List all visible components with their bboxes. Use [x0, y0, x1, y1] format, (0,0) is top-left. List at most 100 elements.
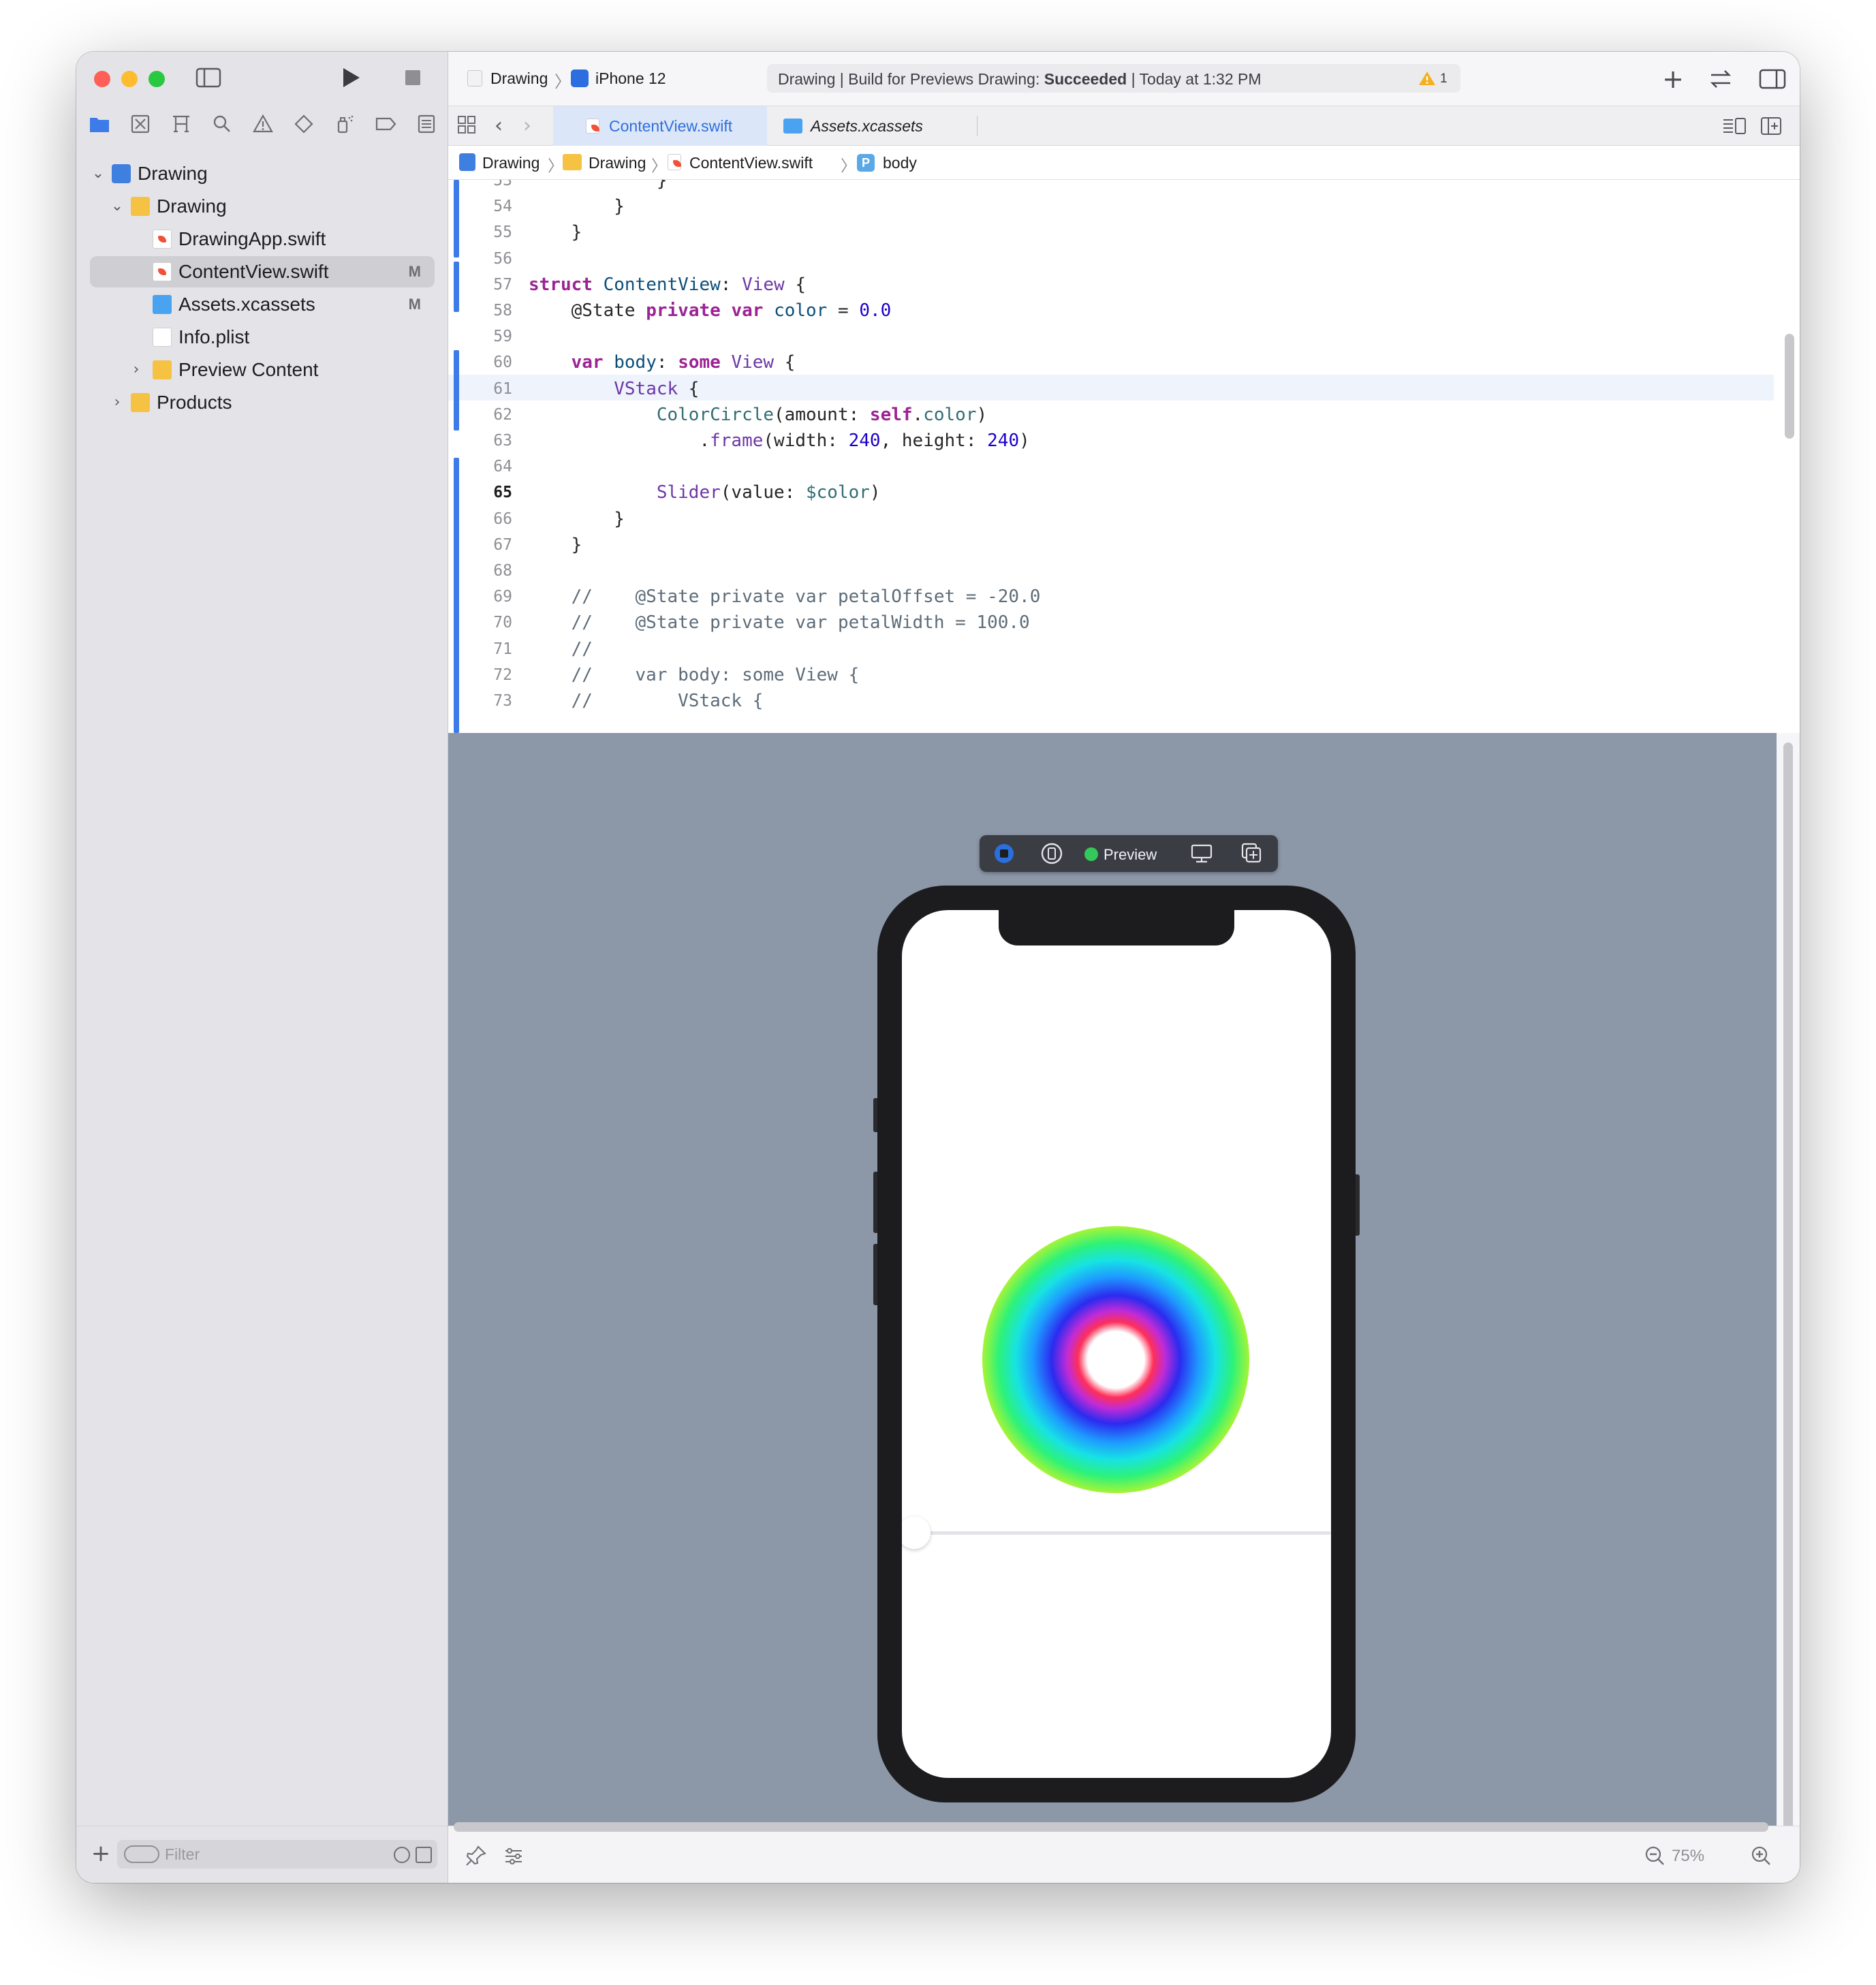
code-line[interactable]: 59 [448, 324, 1800, 349]
project-navigator-tab[interactable] [86, 110, 113, 138]
tree-item-info-plist[interactable]: Info.plist [90, 322, 435, 353]
slider-track[interactable] [914, 1531, 1331, 1535]
line-number[interactable]: 73 [462, 688, 512, 714]
chevron-down-icon[interactable]: ⌄ [109, 191, 125, 222]
code-line[interactable]: 64 [448, 454, 1800, 480]
code-text[interactable]: Slider(value: $color) [529, 480, 881, 505]
code-line[interactable]: 67 } [448, 532, 1800, 558]
tab-assets-xcassets[interactable]: Assets.xcassets [767, 106, 978, 146]
related-items-button[interactable] [454, 113, 480, 139]
line-number[interactable]: 56 [462, 246, 512, 272]
code-text[interactable]: struct ContentView: View { [529, 272, 806, 298]
add-editor-button[interactable] [1757, 114, 1785, 138]
stop-button[interactable] [398, 64, 428, 94]
code-text[interactable]: @State private var color = 0.0 [529, 298, 892, 324]
line-number[interactable]: 63 [462, 428, 512, 454]
code-line[interactable]: 63 .frame(width: 240, height: 240) [448, 428, 1800, 454]
code-text[interactable]: } [529, 506, 625, 532]
issue-navigator-tab[interactable] [249, 110, 277, 138]
add-library-button[interactable]: + [1659, 65, 1687, 93]
line-number[interactable]: 68 [462, 558, 512, 584]
line-number[interactable]: 71 [462, 636, 512, 662]
jumpbar-group[interactable]: Drawing [589, 154, 646, 172]
tree-item-preview-content[interactable]: › Preview Content [90, 354, 435, 386]
editor-options-button[interactable] [1721, 114, 1748, 138]
zoom-out-button[interactable] [1642, 1843, 1669, 1870]
run-button[interactable] [335, 64, 365, 94]
code-line[interactable]: 71 // [448, 636, 1800, 662]
code-text[interactable]: .frame(width: 240, height: 240) [529, 428, 1029, 454]
toggle-inspector-button[interactable] [1757, 65, 1787, 93]
preview-on-device-button[interactable] [1035, 841, 1068, 866]
code-line[interactable]: 57 struct ContentView: View { [448, 272, 1800, 298]
debug-navigator-tab[interactable] [331, 110, 358, 138]
tab-contentview-swift[interactable]: ContentView.swift [553, 106, 767, 146]
go-forward-button[interactable]: › [516, 113, 538, 139]
live-preview-button[interactable] [988, 841, 1020, 866]
scheme-selector[interactable]: Drawing 〉 iPhone 12 [462, 63, 680, 94]
filter-field[interactable]: Filter [117, 1840, 437, 1869]
canvas-vertical-scrollbar[interactable] [1783, 743, 1793, 1832]
line-number[interactable]: 60 [462, 349, 512, 375]
line-number[interactable]: 62 [462, 402, 512, 428]
line-number[interactable]: 64 [462, 454, 512, 480]
source-control-navigator-tab[interactable] [127, 110, 154, 138]
jumpbar-file[interactable]: ContentView.swift [689, 154, 813, 172]
recent-files-clock-icon[interactable] [394, 1847, 410, 1863]
code-line[interactable]: 70 // @State private var petalWidth = 10… [448, 610, 1800, 636]
line-number[interactable]: 54 [462, 193, 512, 219]
tree-item-drawingapp-swift[interactable]: DrawingApp.swift [90, 223, 435, 255]
find-navigator-tab[interactable] [208, 110, 236, 138]
line-number[interactable]: 72 [462, 662, 512, 688]
code-text[interactable]: // [529, 636, 593, 662]
line-number[interactable]: 65 [462, 480, 512, 505]
code-line[interactable]: 60 var body: some View { [448, 349, 1800, 375]
minimize-window-button[interactable] [121, 71, 138, 87]
add-file-button[interactable]: + [87, 1840, 114, 1867]
test-navigator-tab[interactable] [290, 110, 317, 138]
line-number[interactable]: 55 [462, 219, 512, 245]
code-review-button[interactable] [1706, 65, 1736, 93]
toggle-sidebar-button[interactable] [193, 64, 223, 94]
pin-preview-button[interactable] [462, 1843, 489, 1870]
line-number[interactable]: 67 [462, 532, 512, 558]
tree-item-contentview-swift[interactable]: ContentView.swift M [90, 256, 435, 287]
code-line[interactable]: 55 } [448, 219, 1800, 245]
duplicate-preview-button[interactable] [1234, 841, 1267, 866]
code-text[interactable]: } [529, 532, 582, 558]
activity-view[interactable]: Drawing | Build for Previews Drawing: Su… [767, 64, 1460, 93]
code-text[interactable]: VStack { [529, 376, 699, 402]
code-line[interactable]: 53 } [448, 180, 1800, 193]
go-back-button[interactable]: ‹ [488, 113, 510, 139]
chevron-right-icon[interactable]: › [109, 387, 125, 418]
code-text[interactable]: // @State private var petalWidth = 100.0 [529, 610, 1030, 636]
chevron-right-icon[interactable]: › [128, 354, 144, 386]
preview-settings-button[interactable] [1185, 841, 1218, 866]
close-window-button[interactable] [94, 71, 110, 87]
jumpbar-symbol[interactable]: body [883, 154, 917, 172]
code-text[interactable]: ColorCircle(amount: self.color) [529, 402, 987, 428]
code-line[interactable]: 69 // @State private var petalOffset = -… [448, 584, 1800, 610]
line-number[interactable]: 57 [462, 272, 512, 298]
preview-label-button[interactable]: Preview [1082, 841, 1177, 866]
code-text[interactable]: } [529, 193, 625, 219]
line-number[interactable]: 69 [462, 584, 512, 610]
code-line[interactable]: 68 [448, 558, 1800, 584]
tree-item-assets-xcassets[interactable]: Assets.xcassets M [90, 289, 435, 320]
code-line[interactable]: 61 VStack { [448, 376, 1800, 402]
code-text[interactable]: // var body: some View { [529, 662, 860, 688]
jumpbar-project[interactable]: Drawing [482, 154, 540, 172]
slider-thumb[interactable] [902, 1516, 931, 1549]
adjust-settings-button[interactable] [500, 1843, 527, 1870]
code-text[interactable]: // VStack { [529, 688, 764, 714]
tree-item-drawing-group[interactable]: ⌄ Drawing [90, 191, 435, 222]
canvas-horizontal-scrollbar[interactable] [454, 1822, 1768, 1832]
warning-icon[interactable] [1418, 70, 1436, 87]
code-text[interactable]: } [529, 219, 582, 245]
code-line[interactable]: 56 [448, 246, 1800, 272]
report-navigator-tab[interactable] [413, 110, 440, 138]
line-number[interactable]: 58 [462, 298, 512, 324]
code-text[interactable]: } [529, 180, 668, 193]
code-text[interactable]: // @State private var petalOffset = -20.… [529, 584, 1041, 610]
line-number[interactable]: 53 [462, 180, 512, 193]
